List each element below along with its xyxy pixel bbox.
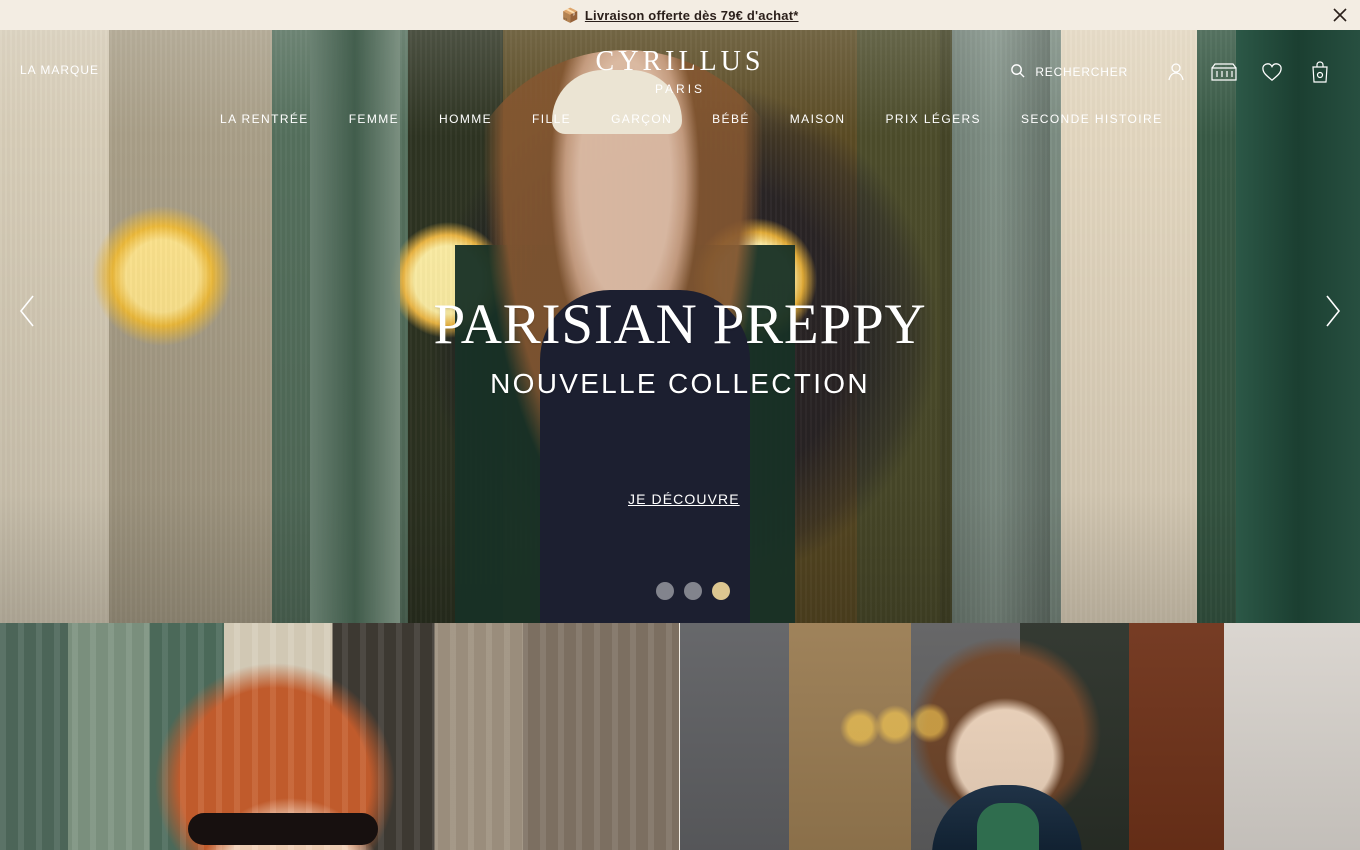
nav-item-seconde-histoire[interactable]: SECONDE HISTOIRE bbox=[1021, 112, 1163, 126]
header-tools: RECHERCHER bbox=[1010, 56, 1344, 88]
nav-item-maison[interactable]: MAISON bbox=[790, 112, 846, 126]
nav-item-bebe[interactable]: BÉBÉ bbox=[712, 112, 750, 126]
search-button[interactable]: RECHERCHER bbox=[1010, 63, 1128, 81]
carousel-next-button[interactable] bbox=[1316, 292, 1350, 330]
main-navigation: LA RENTRÉE FEMME HOMME FILLE GARÇON BÉBÉ… bbox=[220, 112, 1163, 126]
package-icon: 📦 bbox=[561, 6, 579, 23]
nav-item-garcon[interactable]: GARÇON bbox=[611, 112, 672, 126]
carousel-dot-2[interactable] bbox=[684, 582, 702, 600]
child-sweater bbox=[977, 803, 1039, 850]
wishlist-icon[interactable] bbox=[1248, 56, 1296, 88]
search-icon bbox=[1010, 63, 1025, 81]
carousel-prev-button[interactable] bbox=[10, 292, 44, 330]
shopping-bag-icon[interactable] bbox=[1296, 56, 1344, 88]
announcement-bar: 📦 Livraison offerte dès 79€ d'achat* bbox=[0, 0, 1360, 30]
sunglasses-detail bbox=[188, 813, 378, 845]
promo-tile-left[interactable] bbox=[0, 623, 679, 850]
carousel-dot-1[interactable] bbox=[656, 582, 674, 600]
nav-item-prix-legers[interactable]: PRIX LÉGERS bbox=[886, 112, 981, 126]
hero-cta-link[interactable]: JE DÉCOUVRE bbox=[628, 491, 740, 507]
announcement-link[interactable]: Livraison offerte dès 79€ d'achat* bbox=[585, 8, 799, 23]
nav-item-homme[interactable]: HOMME bbox=[439, 112, 492, 126]
nav-item-fille[interactable]: FILLE bbox=[532, 112, 571, 126]
promo-tile-right[interactable] bbox=[680, 623, 1360, 850]
store-icon[interactable] bbox=[1200, 56, 1248, 88]
hero-banner: LA MARQUE CYRILLUS PARIS RECHERCHER LA R… bbox=[0, 30, 1360, 623]
account-icon[interactable] bbox=[1152, 56, 1200, 88]
nav-item-femme[interactable]: FEMME bbox=[349, 112, 399, 126]
carousel-dots bbox=[656, 582, 730, 600]
carousel-dot-3[interactable] bbox=[712, 582, 730, 600]
hero-subtitle: NOUVELLE COLLECTION bbox=[490, 368, 870, 399]
hero-title: PARISIAN PREPPY bbox=[433, 293, 927, 356]
close-icon[interactable] bbox=[1330, 5, 1350, 25]
nav-item-la-rentree[interactable]: LA RENTRÉE bbox=[220, 112, 309, 126]
search-label: RECHERCHER bbox=[1035, 65, 1128, 79]
